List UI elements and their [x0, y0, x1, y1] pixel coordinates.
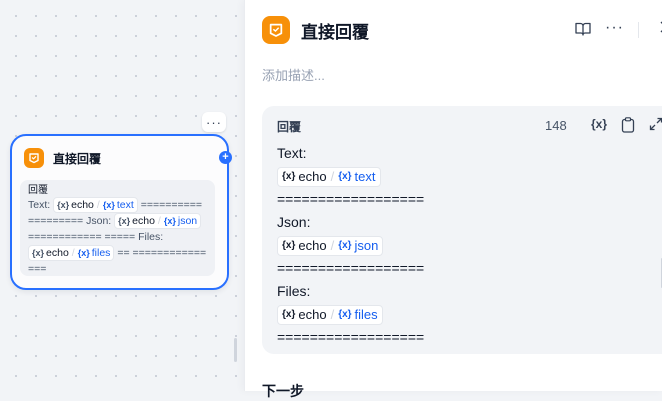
- node-config-panel: 直接回覆 ··· 添加描述... 回覆 148 {x} Text: {x} ech…: [244, 0, 662, 399]
- variable-icon: {x}: [77, 248, 90, 258]
- variable-tag: {x} echo / {x} text: [53, 197, 138, 213]
- variable-name: text: [354, 169, 376, 184]
- variable-icon: {x}: [282, 240, 296, 251]
- description-input[interactable]: 添加描述...: [262, 65, 325, 84]
- variable-source: echo: [298, 238, 327, 253]
- files-line-label: Files:: [277, 283, 311, 299]
- next-step-heading: 下一步: [262, 383, 304, 399]
- node-header: 直接回覆: [24, 148, 101, 168]
- variable-icon: {x}: [32, 248, 45, 258]
- variable-icon: {x}: [282, 309, 296, 320]
- plus-icon: +: [222, 151, 229, 163]
- variable-source: echo: [46, 247, 69, 259]
- text-tag-line: {x} echo / {x} text: [277, 165, 607, 188]
- variable-icon: {x}: [118, 216, 131, 226]
- node-answer-text: Text: {x} echo / {x} text ========== =======…: [28, 197, 208, 277]
- files-tag-line: {x} echo / {x} files: [277, 303, 607, 326]
- variable-tag: {x} echo / {x} files: [28, 245, 115, 261]
- variable-source: echo: [132, 215, 155, 227]
- node-more-button[interactable]: ···: [202, 112, 226, 132]
- variable-icon: {x}: [57, 200, 70, 210]
- variable-icon: {x}: [282, 171, 296, 182]
- reply-label: 回覆: [277, 120, 302, 134]
- panel-resize-handle[interactable]: [234, 338, 237, 362]
- answer-node[interactable]: 直接回覆 回覆 Text: {x} echo / {x} text ==========…: [10, 134, 229, 290]
- variable-source: echo: [71, 199, 94, 211]
- node-text-prefix: Text:: [28, 199, 51, 211]
- panel-title[interactable]: 直接回覆: [301, 18, 369, 43]
- reply-content[interactable]: Text: {x} echo / {x} text ==================…: [277, 142, 607, 349]
- variable-name: json: [354, 238, 379, 253]
- separator-line: ==================: [277, 329, 425, 345]
- variable-name: text: [116, 199, 134, 211]
- json-line-label: Json:: [277, 214, 311, 230]
- variable-icon: {x}: [338, 240, 352, 251]
- reply-editor[interactable]: 回覆 148 {x} Text: {x} echo / {x} text =======…: [262, 106, 662, 354]
- json-tag-line: {x} echo / {x} json: [277, 234, 607, 257]
- node-title: 直接回覆: [53, 151, 102, 166]
- text-line-label: Text:: [277, 145, 307, 161]
- character-count: 148: [545, 118, 567, 133]
- variable-source: echo: [298, 307, 327, 322]
- panel-header: 直接回覆: [262, 16, 369, 44]
- more-icon: ···: [206, 114, 222, 130]
- variable-tag: {x} echo / {x} json: [114, 213, 202, 229]
- book-open-icon[interactable]: [575, 22, 591, 41]
- variable-icon: {x}: [163, 216, 176, 226]
- variable-tag[interactable]: {x} echo / {x} files: [277, 304, 383, 325]
- variable-icon: {x}: [338, 171, 352, 182]
- more-horizontal-icon[interactable]: ···: [605, 18, 624, 38]
- reply-icon: [262, 16, 290, 44]
- separator-line: ==================: [277, 191, 425, 207]
- reply-icon: [24, 148, 44, 168]
- variable-name: json: [177, 215, 198, 227]
- variable-source: echo: [298, 169, 327, 184]
- variable-icon: {x}: [102, 200, 115, 210]
- variable-tag[interactable]: {x} echo / {x} json: [277, 235, 384, 256]
- separator-line: ==================: [277, 260, 425, 276]
- add-next-node-button[interactable]: +: [219, 151, 232, 164]
- header-divider: [638, 22, 639, 38]
- node-answer-label: 回覆: [28, 185, 48, 196]
- node-answer-preview: 回覆 Text: {x} echo / {x} text ========== ====…: [20, 180, 215, 276]
- variable-name: files: [354, 307, 378, 322]
- node-line2-suffix: ============ ===== Files:: [28, 231, 164, 243]
- clipboard-icon[interactable]: [621, 117, 635, 138]
- variable-name: files: [91, 247, 111, 259]
- expand-icon[interactable]: [649, 117, 662, 136]
- variable-icon: {x}: [338, 309, 352, 320]
- variable-icon[interactable]: {x}: [591, 117, 607, 131]
- variable-tag[interactable]: {x} echo / {x} text: [277, 166, 381, 187]
